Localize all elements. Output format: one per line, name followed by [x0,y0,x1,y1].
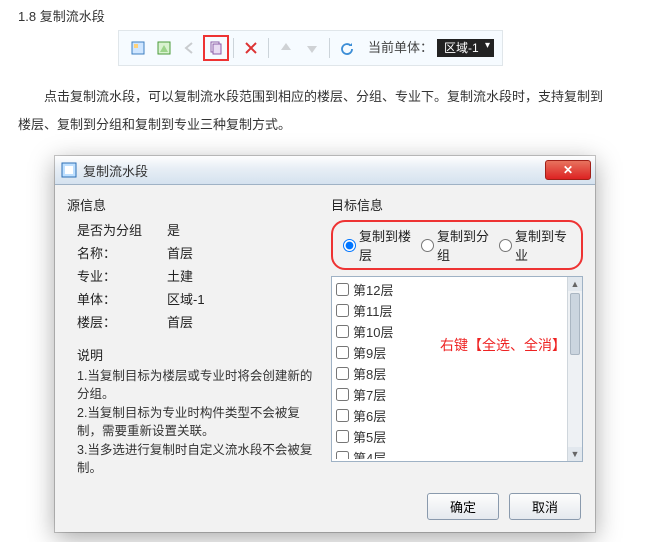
list-item-checkbox[interactable] [336,388,349,401]
source-pane: 源信息 是否为分组是名称：首层专业：土建单体：区域-1楼层：首层 说明 1.当复… [67,195,319,479]
list-item-label: 第4层 [353,448,386,459]
list-item-label: 第5层 [353,427,386,446]
source-kv-row: 楼层：首层 [77,312,319,331]
toolbar-btn-back [179,37,201,59]
doc-body: 点击复制流水段，可以复制流水段范围到相应的楼层、分组、专业下。复制流水段时，支持… [0,78,650,152]
radio-input[interactable] [343,239,356,252]
list-item-label: 第10层 [353,322,393,341]
kv-key: 是否为分组 [77,220,167,239]
doc-para-1: 点击复制流水段，可以复制流水段范围到相应的楼层、分组、专业下。复制流水段时，支持… [18,84,640,110]
copy-target-radio[interactable]: 复制到楼层 [343,226,415,264]
radio-label: 复制到分组 [437,226,493,264]
kv-key: 名称： [77,243,167,262]
copy-target-radio-group: 复制到楼层复制到分组复制到专业 [331,220,583,270]
list-item-checkbox[interactable] [336,409,349,422]
scroll-thumb[interactable] [570,293,580,355]
toolbar-separator [329,38,330,58]
source-header: 源信息 [67,195,319,214]
source-kv-row: 名称：首层 [77,243,319,262]
list-item-checkbox[interactable] [336,346,349,359]
desc-item: 3.当多选进行复制时自定义流水段不会被复制。 [77,442,319,477]
list-item-checkbox[interactable] [336,325,349,338]
kv-key: 单体： [77,289,167,308]
list-item-checkbox[interactable] [336,283,349,296]
list-item-label: 第11层 [353,301,393,320]
section-number: 1.8 [18,9,36,24]
toolbar-btn-1[interactable] [127,37,149,59]
list-item-checkbox[interactable] [336,304,349,317]
toolbar-separator [268,38,269,58]
list-item[interactable]: 第8层 [336,363,578,384]
toolbar-btn-2[interactable] [153,37,175,59]
list-item-label: 第12层 [353,280,393,299]
list-item[interactable]: 第5层 [336,426,578,447]
radio-label: 复制到楼层 [359,226,415,264]
radio-label: 复制到专业 [515,226,571,264]
doc-para-2: 楼层、复制到分组和复制到专业三种复制方式。 [18,112,640,138]
list-scrollbar[interactable]: ▲ ▼ [567,277,582,461]
toolbar-separator [233,38,234,58]
copy-target-radio[interactable]: 复制到分组 [421,226,493,264]
kv-key: 楼层： [77,312,167,331]
toolbar-btn-refresh[interactable] [336,37,358,59]
kv-value: 土建 [167,266,319,285]
list-item[interactable]: 第9层 [336,342,578,363]
scroll-up-icon[interactable]: ▲ [568,277,582,291]
radio-input[interactable] [499,239,512,252]
toolbar-btn-down [301,37,323,59]
list-item-label: 第6层 [353,406,386,425]
kv-value: 首层 [167,312,319,331]
copy-target-radio[interactable]: 复制到专业 [499,226,571,264]
kv-value: 首层 [167,243,319,262]
kv-value: 区域-1 [167,289,319,308]
radio-input[interactable] [421,239,434,252]
unit-select[interactable]: 区域-1 [437,39,494,57]
kv-value: 是 [167,220,319,239]
desc-item: 2.当复制目标为专业时构件类型不会被复制，需要重新设置关联。 [77,405,319,440]
list-item-label: 第9层 [353,343,386,362]
current-unit-label: 当前单体： [368,35,433,61]
ok-button[interactable]: 确定 [427,493,499,520]
source-kv-row: 是否为分组是 [77,220,319,239]
toolbar-btn-up [275,37,297,59]
app-icon [61,162,77,178]
section-title: 复制流水段 [40,9,105,24]
scroll-down-icon[interactable]: ▼ [568,447,582,461]
dialog-titlebar: 复制流水段 ✕ [55,156,595,185]
target-pane: 目标信息 复制到楼层复制到分组复制到专业 第12层第11层第10层第9层第8层第… [331,195,583,479]
list-item[interactable]: 第6层 [336,405,578,426]
dialog-title: 复制流水段 [83,161,545,180]
cancel-button[interactable]: 取消 [509,493,581,520]
list-item-label: 第8层 [353,364,386,383]
list-item[interactable]: 第4层 [336,447,578,459]
list-item[interactable]: 第7层 [336,384,578,405]
list-item[interactable]: 第12层 [336,279,578,300]
list-item-checkbox[interactable] [336,367,349,380]
target-header: 目标信息 [331,195,583,214]
desc-header: 说明 [77,345,319,364]
list-item-checkbox[interactable] [336,430,349,443]
list-item-checkbox[interactable] [336,451,349,459]
source-kv-row: 单体：区域-1 [77,289,319,308]
copy-segment-dialog: 复制流水段 ✕ 源信息 是否为分组是名称：首层专业：土建单体：区域-1楼层：首层… [55,156,595,532]
toolbar-btn-copy-segment[interactable] [205,37,227,59]
list-item[interactable]: 第11层 [336,300,578,321]
toolbar-btn-delete[interactable] [240,37,262,59]
list-item-label: 第7层 [353,385,386,404]
toolbar: 当前单体： 区域-1 [118,30,503,66]
floor-listbox: 第12层第11层第10层第9层第8层第7层第6层第5层第4层第3层 右键【全选、… [331,276,583,462]
dialog-footer: 确定 取消 [55,485,595,532]
desc-item: 1.当复制目标为楼层或专业时将会创建新的分组。 [77,368,319,403]
kv-key: 专业： [77,266,167,285]
list-item[interactable]: 第10层 [336,321,578,342]
close-button[interactable]: ✕ [545,160,591,180]
source-kv-row: 专业：土建 [77,266,319,285]
